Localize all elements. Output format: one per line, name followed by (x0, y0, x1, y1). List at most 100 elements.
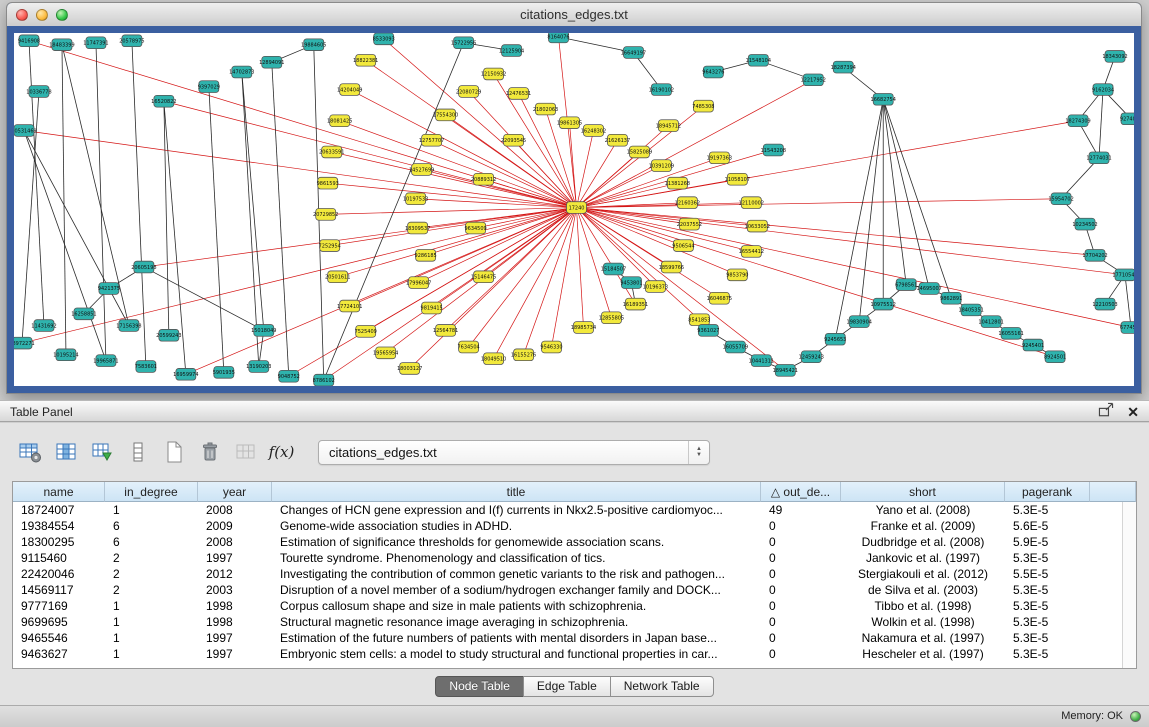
table-cell[interactable]: 2 (105, 550, 198, 566)
delete-table-icon[interactable] (196, 439, 223, 466)
table-cell[interactable]: 5.3E-5 (1005, 502, 1090, 518)
table-cell[interactable]: Investigating the contribution of common… (272, 566, 761, 582)
table-cell[interactable]: 2 (105, 582, 198, 598)
graph-node[interactable]: 18343092 (1102, 51, 1127, 63)
table-cell[interactable]: 1 (105, 502, 198, 518)
table-cell[interactable]: 0 (761, 614, 841, 630)
table-cell[interactable]: 22420046 (13, 566, 105, 582)
column-header[interactable]: year (198, 482, 272, 502)
table-cell[interactable]: 1 (105, 598, 198, 614)
tab-edge-table[interactable]: Edge Table (523, 676, 611, 697)
graph-node[interactable]: 20501611 (325, 271, 350, 283)
graph-node[interactable]: 18972271 (14, 337, 35, 349)
graph-node[interactable]: 17704202 (1082, 249, 1107, 261)
close-panel-icon[interactable]: ✕ (1127, 403, 1139, 421)
graph-node[interactable]: 22037552 (677, 218, 702, 230)
graph-node[interactable]: 9397029 (198, 81, 220, 93)
table-cell[interactable]: Jankovic et al. (1997) (841, 550, 1005, 566)
graph-node[interactable]: 16520822 (151, 95, 176, 107)
network-graph-svg[interactable]: 1724012150932220807291755430012757707145… (14, 33, 1134, 386)
graph-node[interactable]: 18003127 (397, 363, 422, 375)
table-cell[interactable]: 0 (761, 646, 841, 662)
column-header[interactable]: short (841, 482, 1005, 502)
table-row[interactable]: 969969511998Structural magnetic resonanc… (13, 614, 1136, 630)
graph-node[interactable]: 10195214 (53, 349, 78, 361)
table-cell[interactable]: Hescheler et al. (1997) (841, 646, 1005, 662)
table-row[interactable]: 2242004622012Investigating the contribut… (13, 566, 1136, 582)
graph-node[interactable]: 18081425 (327, 115, 352, 127)
table-cell[interactable]: Tibbo et al. (1998) (841, 598, 1005, 614)
column-header[interactable]: title (272, 482, 761, 502)
table-cell[interactable]: 1 (105, 614, 198, 630)
table-row[interactable]: 1456911722003Disruption of a novel membe… (13, 582, 1136, 598)
table-cell[interactable]: 6 (105, 534, 198, 550)
table-cell[interactable]: 5.3E-5 (1005, 630, 1090, 646)
graph-node[interactable]: 12125904 (499, 45, 524, 57)
column-header[interactable]: in_degree (105, 482, 198, 502)
graph-node[interactable]: 17996047 (406, 277, 431, 289)
graph-node[interactable]: 11058107 (725, 173, 750, 185)
graph-node[interactable]: 19965871 (93, 355, 118, 367)
table-cell[interactable]: 1997 (198, 646, 272, 662)
graph-node[interactable]: 7634504 (458, 341, 480, 353)
graph-node[interactable]: 13190203 (246, 361, 271, 373)
table-cell[interactable]: Changes of HCN gene expression and I(f) … (272, 502, 761, 518)
table-cell[interactable]: 5.3E-5 (1005, 550, 1090, 566)
table-mode-icon[interactable] (16, 439, 43, 466)
graph-node[interactable]: 18405351 (958, 304, 983, 316)
table-cell[interactable]: 0 (761, 550, 841, 566)
table-cell[interactable]: Tourette syndrome. Phenomenology and cla… (272, 550, 761, 566)
table-cell[interactable]: 5.3E-5 (1005, 598, 1090, 614)
table-cell[interactable]: Nakamura et al. (1997) (841, 630, 1005, 646)
table-cell[interactable]: 9115460 (13, 550, 105, 566)
graph-node[interactable]: 16554412 (739, 246, 764, 258)
table-cell[interactable]: 1997 (198, 630, 272, 646)
table-cell[interactable]: 9699695 (13, 614, 105, 630)
graph-node[interactable]: 7485308 (692, 100, 714, 112)
graph-node[interactable]: 9546330 (540, 341, 562, 353)
table-cell[interactable]: Stergiakouli et al. (2012) (841, 566, 1005, 582)
table-cell[interactable]: 9777169 (13, 598, 105, 614)
graph-node[interactable]: 17724101 (337, 300, 362, 312)
graph-node[interactable]: 10196373 (643, 281, 668, 293)
graph-node[interactable]: 9853790 (726, 269, 748, 281)
graph-node[interactable]: 16046875 (707, 292, 732, 304)
graph-node[interactable]: 22093545 (501, 134, 526, 146)
import-table-icon[interactable] (88, 439, 115, 466)
graph-node[interactable]: 8164076 (547, 33, 569, 43)
graph-node[interactable]: 6774502 (1120, 322, 1134, 334)
graph-node[interactable]: 12476531 (506, 88, 531, 100)
table-row[interactable]: 1938455462009Genome-wide association stu… (13, 518, 1136, 534)
table-cell[interactable]: Structural magnetic resonance image aver… (272, 614, 761, 630)
table-row[interactable]: 1830029562008Estimation of significance … (13, 534, 1136, 550)
graph-node[interactable]: 15146475 (471, 271, 496, 283)
graph-node[interactable]: 10336778 (26, 86, 51, 98)
graph-node[interactable]: 19197363 (707, 152, 732, 164)
table-cell[interactable]: 9465546 (13, 630, 105, 646)
table-cell[interactable]: 0 (761, 534, 841, 550)
graph-node[interactable]: 15722956 (451, 37, 476, 49)
graph-node[interactable]: 9274012 (1120, 113, 1134, 125)
network-canvas[interactable]: 1724012150932220807291755430012757707145… (14, 33, 1134, 386)
float-panel-icon[interactable] (1097, 401, 1115, 424)
table-row[interactable]: 946362711997Embryonic stem cells: a mode… (13, 646, 1136, 662)
graph-node[interactable]: 16055709 (723, 341, 748, 353)
table-cell[interactable]: 2 (105, 566, 198, 582)
graph-node[interactable]: 10441311 (749, 355, 774, 367)
graph-node[interactable]: 15184507 (601, 263, 626, 275)
graph-node[interactable]: 12210503 (1092, 298, 1117, 310)
graph-node[interactable]: 17554300 (433, 109, 458, 121)
graph-node[interactable]: 11747391 (83, 37, 108, 49)
graph-node[interactable]: 21626137 (605, 134, 630, 146)
graph-node[interactable]: 16189351 (623, 298, 648, 310)
table-row[interactable]: 911546021997Tourette syndrome. Phenomeno… (13, 550, 1136, 566)
graph-node[interactable]: 12774031 (1086, 152, 1111, 164)
graph-node[interactable]: 8541853 (688, 314, 710, 326)
graph-node[interactable]: 16055161 (998, 327, 1023, 339)
graph-node[interactable]: 10391209 (649, 160, 674, 172)
graph-node[interactable]: 9245653 (824, 333, 846, 345)
table-cell[interactable]: Embryonic stem cells: a model to study s… (272, 646, 761, 662)
graph-node[interactable]: 21802063 (533, 103, 558, 115)
graph-node[interactable]: 16248302 (581, 125, 606, 137)
column-header[interactable]: pagerank (1005, 482, 1090, 502)
